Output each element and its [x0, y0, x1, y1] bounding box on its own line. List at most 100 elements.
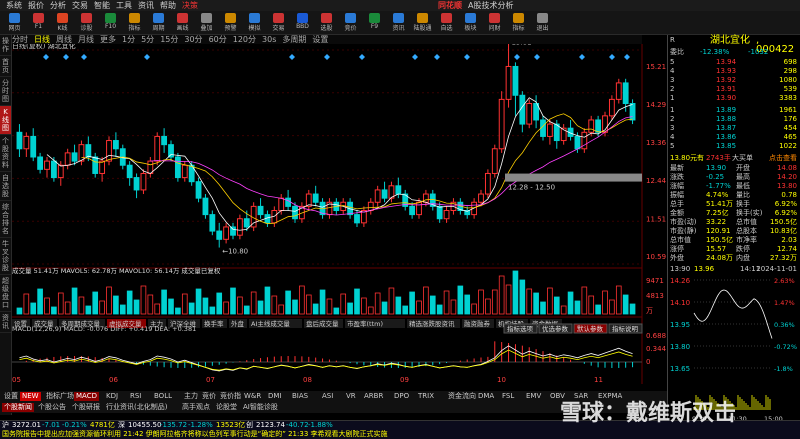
left-rail-item[interactable]: 综合排名: [0, 201, 11, 238]
left-rail-item[interactable]: 资讯: [0, 312, 11, 333]
toolbar-button[interactable]: F9: [364, 12, 385, 33]
menu-item[interactable]: 交易: [72, 0, 88, 11]
indicator-tab[interactable]: 竞价指: [218, 392, 243, 401]
period-tab[interactable]: 5分: [141, 35, 154, 44]
sub-indicator-tab[interactable]: 盘后成交量: [304, 319, 343, 328]
macd-option-button[interactable]: 默认参数: [573, 323, 608, 334]
toolbar-button[interactable]: BBD: [292, 12, 313, 33]
sub-indicator-tab[interactable]: 外盘: [229, 319, 247, 328]
left-rail-item[interactable]: 牛叉诊股: [0, 238, 11, 275]
period-tab[interactable]: 日线: [34, 35, 50, 44]
macd-option-button[interactable]: 指标说明: [608, 323, 643, 334]
toolbar-button[interactable]: 资讯: [388, 12, 409, 33]
menu-item[interactable]: 报价: [28, 0, 44, 11]
toolbar-button[interactable]: 诊股: [76, 12, 97, 33]
indicator-tab[interactable]: EMV: [524, 392, 543, 401]
indicator-tab[interactable]: NEW: [20, 392, 41, 401]
sub-indicator-tab[interactable]: 融资融券: [462, 319, 494, 328]
toolbar-button[interactable]: K线: [52, 12, 73, 33]
indicator-tab[interactable]: 竞价: [200, 392, 218, 401]
menu-item[interactable]: 帮助: [160, 0, 176, 11]
period-tab[interactable]: 30s: [262, 35, 276, 44]
indicator-tab[interactable]: BOLL: [152, 392, 174, 401]
toolbar-button[interactable]: 陆股通: [412, 12, 433, 33]
macd-option-button[interactable]: 优选参数: [538, 323, 573, 334]
menu-item[interactable]: 智能: [94, 0, 110, 11]
volume-bar: [278, 304, 285, 315]
menu-item[interactable]: 工具: [116, 0, 132, 11]
period-tab[interactable]: 分时: [12, 35, 28, 44]
toolbar-button[interactable]: 预警: [220, 12, 241, 33]
period-tab[interactable]: 15分: [160, 35, 178, 44]
period-tab[interactable]: 设置: [312, 35, 328, 44]
sub-indicator-tab[interactable]: 市盈率(ttm): [345, 319, 405, 328]
toolbar-button[interactable]: 竞价: [340, 12, 361, 33]
sub-indicator-tab[interactable]: 换手率: [202, 319, 227, 328]
indicator-tab[interactable]: VR: [344, 392, 358, 401]
left-rail-item[interactable]: 自选股: [0, 172, 11, 201]
indicator-tab[interactable]: DPO: [392, 392, 411, 401]
indicator-tab[interactable]: DMI: [266, 392, 284, 401]
indicator-tab[interactable]: MACD: [74, 392, 99, 401]
period-tab[interactable]: 1分: [122, 35, 135, 44]
sub-indicator-tab[interactable]: AI主线成交量: [249, 319, 302, 328]
chart-area[interactable]: 日线(复权) 湖北宜化 15.21 14.29 13.36 12.44 11.51 10.5…: [12, 38, 667, 384]
indicator-tab[interactable]: ASI: [320, 392, 335, 401]
menu-item[interactable]: 决策: [182, 0, 198, 11]
toolbar-button[interactable]: 画线: [172, 12, 193, 33]
indicator-tab[interactable]: 指标广场: [44, 392, 76, 401]
news-tab[interactable]: 个股公告: [36, 403, 68, 412]
toolbar-button[interactable]: 网页: [4, 12, 25, 33]
toolbar-button[interactable]: 模拟: [244, 12, 265, 33]
left-rail-item[interactable]: 超级盘口: [0, 275, 11, 312]
period-tab[interactable]: 多周期: [282, 35, 306, 44]
toolbar-button[interactable]: 叠加: [196, 12, 217, 33]
macd-option-button[interactable]: 指标选项: [503, 323, 538, 334]
kline-chart[interactable]: 日线(复权) 湖北宜化 15.21 14.29 13.36 12.44 11.51 10.5…: [12, 38, 667, 384]
menu-item[interactable]: 系统: [6, 0, 22, 11]
trade-link[interactable]: 点击查看: [769, 154, 797, 163]
indicator-tab[interactable]: TRIX: [416, 392, 436, 401]
menu-item[interactable]: 分析: [50, 0, 66, 11]
period-tab[interactable]: 月线: [78, 35, 94, 44]
toolbar-button[interactable]: 板块: [460, 12, 481, 33]
left-rail-item[interactable]: 首页: [0, 56, 11, 77]
toolbar-button[interactable]: 指标: [508, 12, 529, 33]
indicator-tab[interactable]: RSI: [128, 392, 143, 401]
period-tab[interactable]: 30分: [184, 35, 202, 44]
toolbar-button[interactable]: 问财: [484, 12, 505, 33]
indicator-tab[interactable]: 资金流向: [446, 392, 478, 401]
left-rail-item[interactable]: 个股资料: [0, 135, 11, 172]
indicator-tab[interactable]: 设置: [2, 392, 20, 401]
left-rail-item[interactable]: 分时图: [0, 77, 11, 106]
toolbar-button[interactable]: 退出: [532, 12, 553, 33]
indicator-tab[interactable]: W&R: [242, 392, 263, 401]
period-tab[interactable]: 周线: [56, 35, 72, 44]
news-tab[interactable]: 个股研报: [70, 403, 102, 412]
news-tab[interactable]: 论股堂: [214, 403, 239, 412]
toolbar-button[interactable]: 选股: [316, 12, 337, 33]
indicator-tab[interactable]: ARBR: [362, 392, 385, 401]
toolbar-button[interactable]: F10: [100, 12, 121, 33]
period-tab[interactable]: 更多: [100, 35, 116, 44]
toolbar-button[interactable]: 交易: [268, 12, 289, 33]
period-tab[interactable]: 60分: [209, 35, 227, 44]
toolbar-button[interactable]: 自选: [436, 12, 457, 33]
news-tab[interactable]: AI智能诊股: [241, 403, 280, 412]
news-tab[interactable]: 高手观点: [180, 403, 212, 412]
indicator-tab[interactable]: KDJ: [104, 392, 120, 401]
toolbar-button[interactable]: F1: [28, 12, 49, 33]
period-tab[interactable]: 120分: [233, 35, 256, 44]
indicator-tab[interactable]: 主力: [182, 392, 200, 401]
left-rail-item[interactable]: 操作: [0, 35, 11, 56]
menu-item[interactable]: 资讯: [138, 0, 154, 11]
left-rail-item[interactable]: K线图: [0, 106, 11, 135]
indicator-tab[interactable]: FSL: [500, 392, 516, 401]
sub-indicator-tab[interactable]: 精选涨跌股资讯: [407, 319, 460, 328]
indicator-tab[interactable]: BIAS: [290, 392, 310, 401]
news-tab[interactable]: 个股新闻: [2, 403, 34, 412]
toolbar-button[interactable]: 周期: [148, 12, 169, 33]
news-tab[interactable]: 行业资讯(北化制品): [104, 403, 169, 412]
toolbar-button[interactable]: 指标: [124, 12, 145, 33]
indicator-tab[interactable]: DMA: [476, 392, 496, 401]
